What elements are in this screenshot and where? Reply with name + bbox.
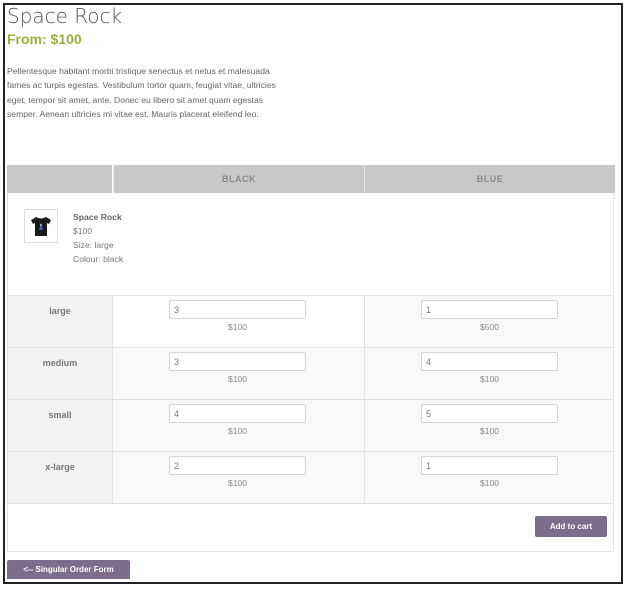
- selected-product-panel: Space Rock $100 Size: large Colour: blac…: [7, 193, 614, 295]
- cell-black: $100: [113, 348, 364, 400]
- selected-product-name: Space Rock: [73, 212, 122, 222]
- cell-price: $500: [479, 322, 500, 332]
- cell-blue: $500: [364, 296, 614, 348]
- quantity-input-blue-large[interactable]: [421, 300, 558, 319]
- grid-divider: [7, 503, 614, 504]
- quantity-input-black-x-large[interactable]: [169, 456, 306, 475]
- cell-price: $100: [227, 374, 248, 384]
- row-size-label: small: [7, 400, 113, 452]
- row-size-label: medium: [7, 348, 113, 400]
- variation-grid: BLACK BLUE Space Rock $100 Size: large C…: [7, 165, 615, 505]
- row-size-label: x-large: [7, 452, 113, 504]
- add-to-cart-button[interactable]: Add to cart: [535, 516, 607, 537]
- cell-price: $100: [227, 478, 248, 488]
- cell-black: $100: [113, 296, 364, 348]
- cell-blue: $100: [364, 400, 614, 452]
- cell-price: $100: [479, 426, 500, 436]
- from-price: From: $100: [7, 31, 82, 47]
- quantity-input-blue-x-large[interactable]: [421, 456, 558, 475]
- cell-price: $100: [479, 374, 500, 384]
- tshirt-thumbnail-icon: [24, 209, 58, 243]
- selected-product-colour: Colour: black: [73, 254, 124, 264]
- grid-header-blue: BLUE: [364, 165, 615, 193]
- product-description: Pellentesque habitant morbi tristique se…: [7, 66, 276, 119]
- row-size-label: large: [7, 296, 113, 348]
- quantity-input-black-large[interactable]: [169, 300, 306, 319]
- cell-price: $100: [479, 478, 500, 488]
- selected-product-info: Space Rock $100 Size: large Colour: blac…: [73, 210, 123, 266]
- cell-black: $100: [113, 400, 364, 452]
- cell-blue: $100: [364, 452, 614, 504]
- selected-product-size: Size: large: [73, 240, 114, 250]
- cart-actions: Add to cart: [7, 505, 614, 552]
- table-row: small $100 $100: [7, 399, 614, 452]
- table-row: x-large $100 $100: [7, 451, 614, 504]
- product-title: Space Rock: [7, 4, 123, 28]
- grid-header-black: BLACK: [113, 165, 364, 193]
- selected-product-price: $100: [73, 226, 93, 236]
- table-row: large $100 $500: [7, 295, 614, 348]
- cell-price: $100: [227, 426, 248, 436]
- table-row: medium $100 $100: [7, 347, 614, 400]
- cell-blue: $100: [364, 348, 614, 400]
- quantity-input-blue-medium[interactable]: [421, 352, 558, 371]
- back-to-singular-order-form-button[interactable]: <-- Singular Order Form: [7, 560, 130, 579]
- grid-header-corner: [7, 165, 112, 193]
- quantity-input-black-small[interactable]: [169, 404, 306, 423]
- quantity-input-blue-small[interactable]: [421, 404, 558, 423]
- quantity-input-black-medium[interactable]: [169, 352, 306, 371]
- cell-black: $100: [113, 452, 364, 504]
- cell-price: $100: [227, 322, 248, 332]
